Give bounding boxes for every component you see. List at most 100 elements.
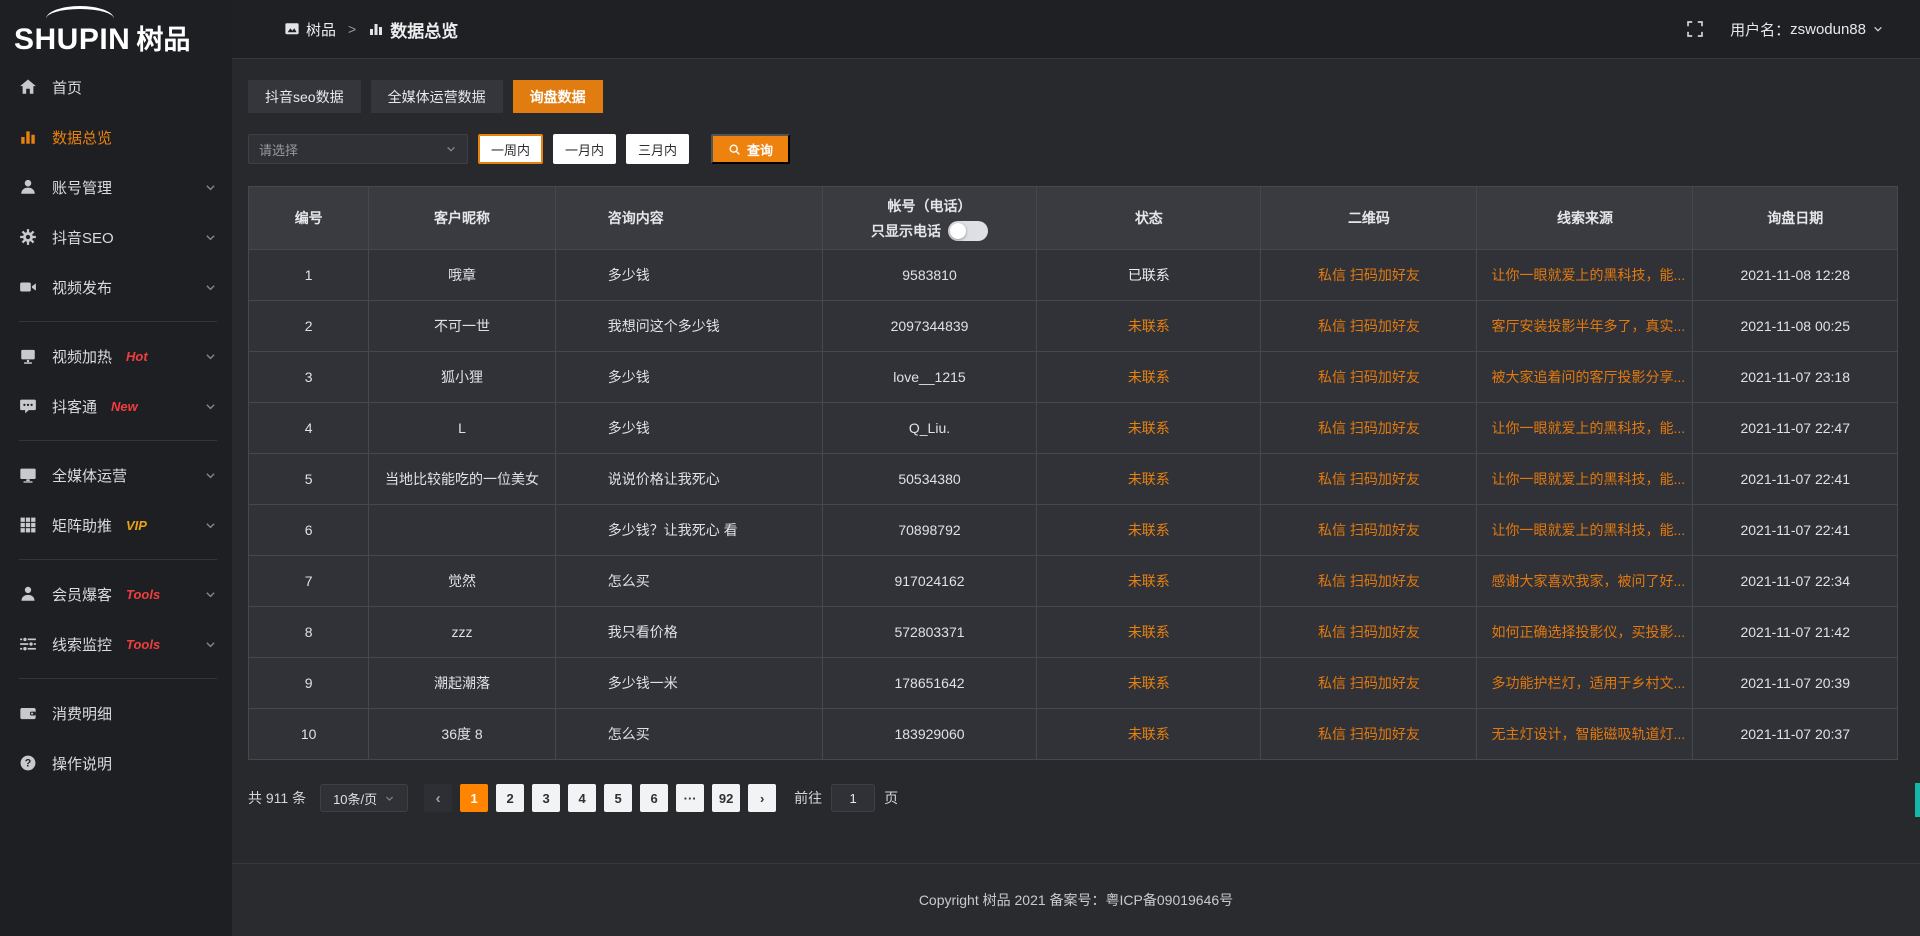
tab-inquiry-data[interactable]: 询盘数据: [513, 80, 603, 113]
side-widget-handle[interactable]: [1915, 783, 1920, 817]
page-button-2[interactable]: 2: [496, 784, 524, 812]
cell-qrcode-links[interactable]: 私信 扫码加好友: [1261, 658, 1477, 709]
sidebar-item-label: 抖音SEO: [52, 227, 114, 248]
cell-qrcode-links[interactable]: 私信 扫码加好友: [1261, 454, 1477, 505]
cell-qrcode-links[interactable]: 私信 扫码加好友: [1261, 709, 1477, 760]
cell-qrcode-links[interactable]: 私信 扫码加好友: [1261, 556, 1477, 607]
sidebar-item-consumption-details[interactable]: 消费明细: [0, 688, 232, 738]
cell-lead-source[interactable]: 让你一眼就爱上的黑科技，能...: [1477, 403, 1693, 454]
logo-text-cn: 树品: [136, 25, 190, 55]
cell-qrcode-links[interactable]: 私信 扫码加好友: [1261, 301, 1477, 352]
content-area: 抖音seo数据全媒体运营数据询盘数据 请选择 一周内一月内三月内 查询 编号客户…: [232, 59, 1920, 863]
cell-qrcode-links[interactable]: 私信 扫码加好友: [1261, 250, 1477, 301]
search-icon: [728, 143, 741, 156]
goto-page-input[interactable]: [831, 784, 875, 812]
cell-date: 2021-11-07 20:39: [1693, 658, 1898, 709]
next-page-button[interactable]: ›: [748, 784, 776, 812]
breadcrumb-item-data-overview[interactable]: 数据总览: [368, 17, 458, 42]
cell-lead-source[interactable]: 无主灯设计，智能磁吸轨道灯...: [1477, 709, 1693, 760]
sidebar-item-account-management[interactable]: 账号管理: [0, 162, 232, 212]
cell-lead-source[interactable]: 让你一眼就爱上的黑科技，能...: [1477, 454, 1693, 505]
sidebar-item-home[interactable]: 首页: [0, 62, 232, 112]
page-button-6[interactable]: 6: [640, 784, 668, 812]
breadcrumb-separator: >: [348, 21, 356, 37]
cell-qrcode-links[interactable]: 私信 扫码加好友: [1261, 352, 1477, 403]
help-icon: ?: [19, 754, 37, 772]
cell-account: 917024162: [822, 556, 1036, 607]
tab-douyin-seo-data[interactable]: 抖音seo数据: [248, 80, 361, 113]
sidebar-item-matrix-boost[interactable]: 矩阵助推VIP: [0, 500, 232, 550]
table-header-row: 编号客户昵称咨询内容帐号（电话）只显示电话状态二维码线索来源询盘日期: [249, 187, 1898, 250]
cell-qrcode-links[interactable]: 私信 扫码加好友: [1261, 505, 1477, 556]
cell-content: 怎么买: [555, 556, 822, 607]
only-phone-toggle[interactable]: [948, 221, 988, 241]
user-dropdown[interactable]: 用户名： zswodun88: [1730, 19, 1884, 40]
cell-lead-source[interactable]: 感谢大家喜欢我家，被问了好...: [1477, 556, 1693, 607]
cell-lead-source[interactable]: 多功能护栏灯，适用于乡村文...: [1477, 658, 1693, 709]
sidebar-item-data-overview[interactable]: 数据总览: [0, 112, 232, 162]
sidebar-divider: [19, 678, 217, 679]
cell-nickname: 不可一世: [369, 301, 555, 352]
cell-date: 2021-11-07 23:18: [1693, 352, 1898, 403]
cell-lead-source[interactable]: 如何正确选择投影仪，买投影...: [1477, 607, 1693, 658]
cell-qrcode-links[interactable]: 私信 扫码加好友: [1261, 403, 1477, 454]
sidebar-item-label: 抖客通: [52, 396, 97, 417]
app-logo: SHUPIN树品: [0, 0, 232, 62]
cell-id: 3: [249, 352, 369, 403]
search-button[interactable]: 查询: [711, 134, 790, 164]
sidebar-item-badge: New: [111, 399, 138, 414]
fullscreen-icon[interactable]: [1686, 20, 1704, 38]
search-button-label: 查询: [747, 140, 773, 159]
tab-bar: 抖音seo数据全媒体运营数据询盘数据: [248, 80, 1898, 113]
prev-page-button[interactable]: ‹: [424, 784, 452, 812]
cell-nickname: L: [369, 403, 555, 454]
page-button-92[interactable]: 92: [712, 784, 740, 812]
sidebar-item-member-burst[interactable]: 会员爆客Tools: [0, 569, 232, 619]
sidebar-item-omnimedia-operation[interactable]: 全媒体运营: [0, 450, 232, 500]
cell-account: 2097344839: [822, 301, 1036, 352]
page-button-5[interactable]: 5: [604, 784, 632, 812]
page-ellipsis-button[interactable]: ···: [676, 784, 704, 812]
sidebar-item-douyin-seo[interactable]: 抖音SEO: [0, 212, 232, 262]
sidebar-item-instructions[interactable]: ?操作说明: [0, 738, 232, 788]
cell-nickname: 哦章: [369, 250, 555, 301]
table-body: 1哦章多少钱9583810已联系私信 扫码加好友让你一眼就爱上的黑科技，能...…: [249, 250, 1898, 760]
sidebar-item-label: 首页: [52, 77, 82, 98]
cell-id: 4: [249, 403, 369, 454]
filter-select[interactable]: 请选择: [248, 134, 468, 164]
cell-nickname: zzz: [369, 607, 555, 658]
cell-account: Q_Liu.: [822, 403, 1036, 454]
cell-content: 怎么买: [555, 709, 822, 760]
logo-text-en: SHUPIN: [14, 23, 130, 56]
sidebar-item-video-heating[interactable]: 视频加热Hot: [0, 331, 232, 381]
bar-chart-icon: [368, 21, 384, 37]
copyright-text: Copyright 树品 2021 备案号：粤ICP备09019646号: [919, 890, 1233, 910]
column-header-7: 询盘日期: [1693, 187, 1898, 250]
sidebar-item-lead-monitoring[interactable]: 线索监控Tools: [0, 619, 232, 669]
cell-status: 已联系: [1037, 250, 1261, 301]
tab-omnimedia-data[interactable]: 全媒体运营数据: [371, 80, 503, 113]
page-size-select[interactable]: 10条/页: [320, 784, 408, 812]
cell-id: 5: [249, 454, 369, 505]
cell-lead-source[interactable]: 让你一眼就爱上的黑科技，能...: [1477, 250, 1693, 301]
range-button-three-months[interactable]: 三月内: [626, 134, 689, 164]
range-button-one-week[interactable]: 一周内: [478, 134, 543, 164]
cell-lead-source[interactable]: 让你一眼就爱上的黑科技，能...: [1477, 505, 1693, 556]
cell-content: 我想问这个多少钱: [555, 301, 822, 352]
cell-status: 未联系: [1037, 658, 1261, 709]
sidebar-divider: [19, 440, 217, 441]
breadcrumb-item-shupin[interactable]: 树品: [284, 19, 336, 40]
page-button-3[interactable]: 3: [532, 784, 560, 812]
sidebar-item-douketong[interactable]: 抖客通 New: [0, 381, 232, 431]
chevron-down-icon: [204, 181, 217, 194]
cell-lead-source[interactable]: 被大家追着问的客厅投影分享...: [1477, 352, 1693, 403]
cell-date: 2021-11-08 00:25: [1693, 301, 1898, 352]
range-button-one-month[interactable]: 一月内: [553, 134, 616, 164]
cell-content: 说说价格让我死心: [555, 454, 822, 505]
sidebar-item-video-publish[interactable]: 视频发布: [0, 262, 232, 312]
cell-lead-source[interactable]: 客厅安装投影半年多了，真实...: [1477, 301, 1693, 352]
cell-qrcode-links[interactable]: 私信 扫码加好友: [1261, 607, 1477, 658]
cell-status: 未联系: [1037, 352, 1261, 403]
page-button-1[interactable]: 1: [460, 784, 488, 812]
page-button-4[interactable]: 4: [568, 784, 596, 812]
